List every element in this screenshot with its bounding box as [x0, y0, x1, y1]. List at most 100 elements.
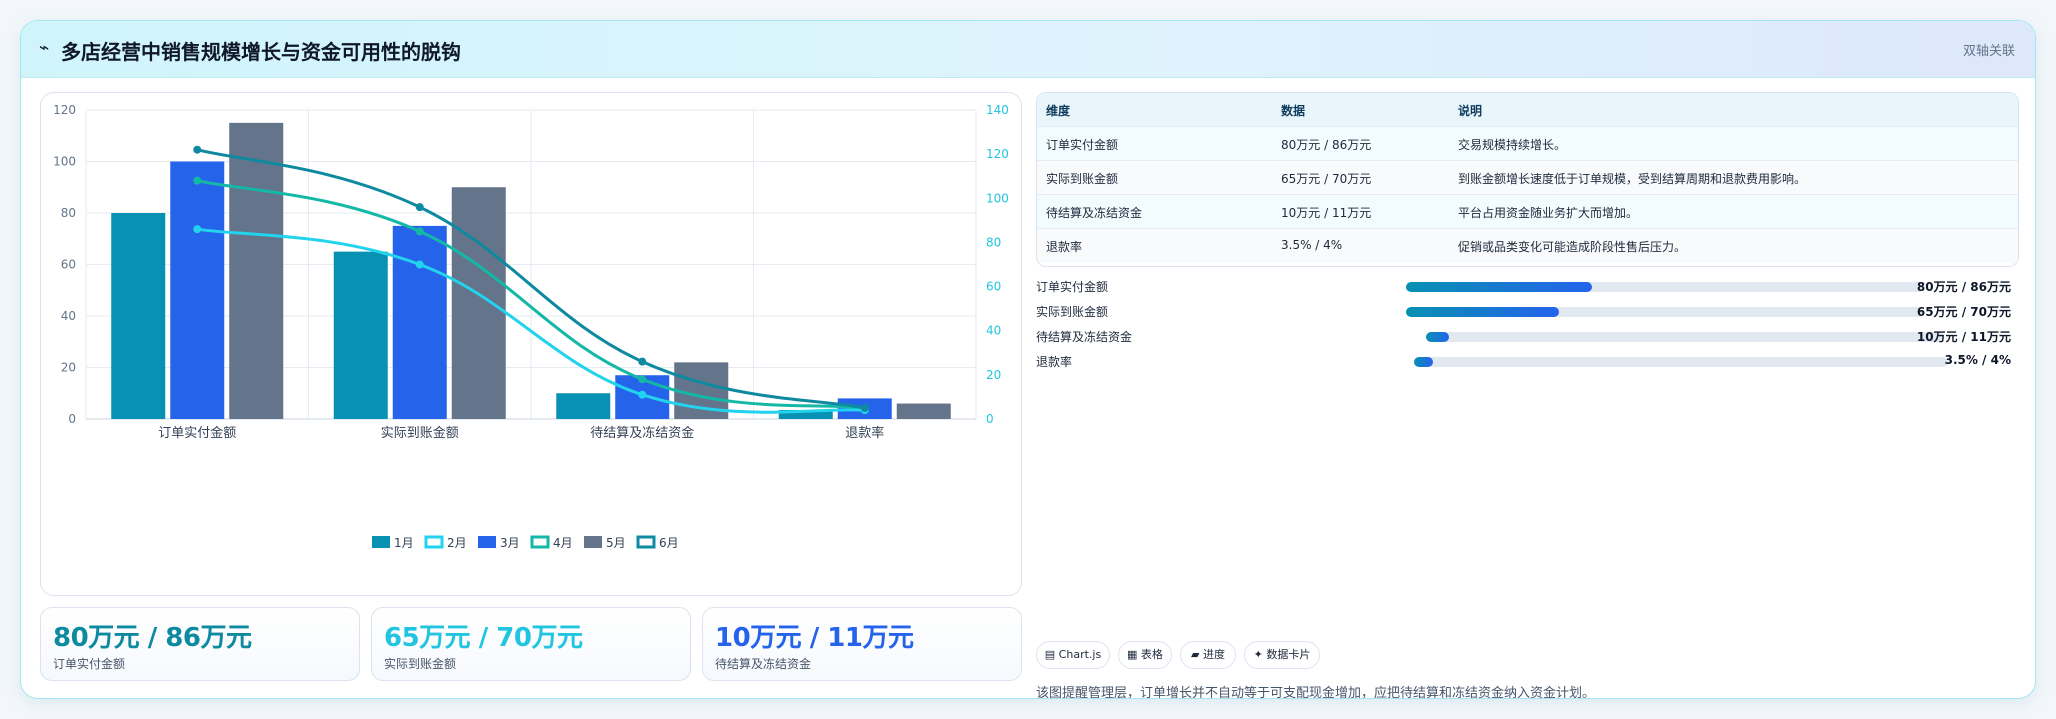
kpi-card-received: 65万元 / 70万元 实际到账金额 — [371, 607, 691, 681]
kpi-value: 65万元 / 70万元 — [384, 623, 583, 653]
line-point — [193, 145, 202, 154]
kpi-card-order: 80万元 / 86万元 订单实付金额 — [40, 607, 360, 681]
y-left-tick-label: 40 — [61, 309, 76, 323]
progress-fill — [1406, 307, 1559, 317]
progress-label: 实际到账金额 — [1036, 305, 1109, 319]
line-point — [860, 403, 869, 412]
progress-value: 65万元 / 70万元 — [1916, 305, 2011, 319]
kpi-label: 订单实付金额 — [53, 657, 126, 671]
bar — [333, 251, 388, 419]
card-header: ⌁ 多店经营中销售规模增长与资金可用性的脱钩 双轴关联 — [21, 21, 2035, 78]
progress-row: 退款率 3.5% / 4% — [1036, 352, 2017, 370]
kpi-label: 实际到账金额 — [384, 657, 457, 671]
bar — [111, 213, 166, 419]
progress-pill[interactable]: ▰ 进度 — [1180, 641, 1236, 669]
y-left-tick-label: 60 — [61, 258, 76, 272]
legend-swatch — [478, 536, 496, 548]
table-header-cell: 维度 — [1046, 104, 1071, 118]
data-card-pill[interactable]: ✦ 数据卡片 — [1244, 641, 1320, 669]
data-table: 维度 数据 说明 订单实付金额 80万元 / 86万元 交易规模持续增长。 实际… — [1036, 92, 2019, 267]
y-right-tick-label: 20 — [986, 368, 1001, 382]
y-left-tick-label: 120 — [53, 103, 76, 117]
table-row: 实际到账金额 65万元 / 70万元 到账金额增长速度低于订单规模，受到结算周期… — [1037, 160, 2018, 195]
kpi-value: 10万元 / 11万元 — [715, 623, 914, 653]
line-point — [638, 390, 647, 399]
bar — [896, 403, 951, 419]
kpi-value: 80万元 / 86万元 — [53, 623, 252, 653]
bar — [451, 187, 506, 419]
y-left-tick-label: 80 — [61, 206, 76, 220]
bar — [392, 225, 447, 419]
table-cell: 订单实付金额 — [1046, 138, 1119, 152]
trend-icon: ⌁ — [39, 38, 50, 58]
table-row: 订单实付金额 80万元 / 86万元 交易规模持续增长。 — [1037, 126, 2018, 161]
y-right-tick-label: 100 — [986, 191, 1009, 205]
progress-row: 订单实付金额 80万元 / 86万元 — [1036, 277, 2017, 295]
line-point — [193, 176, 202, 185]
legend-swatch — [584, 536, 602, 548]
x-tick-label: 退款率 — [845, 425, 884, 441]
progress-value: 3.5% / 4% — [1944, 353, 2011, 367]
table-cell: 3.5% / 4% — [1281, 238, 1343, 252]
table-header-cell: 说明 — [1458, 104, 1483, 118]
bar — [556, 393, 611, 419]
line-point — [415, 260, 424, 269]
progress-row: 实际到账金额 65万元 / 70万元 — [1036, 302, 2017, 320]
legend-swatch — [372, 536, 390, 548]
table-header-cell: 数据 — [1281, 104, 1306, 118]
dashboard-card: ⌁ 多店经营中销售规模增长与资金可用性的脱钩 双轴关联 0 20 40 60 80 100… — [20, 20, 2036, 699]
table-cell: 待结算及冻结资金 — [1046, 206, 1143, 220]
line-point — [638, 375, 647, 384]
y-right-tick-label: 80 — [986, 235, 1001, 249]
progress-row: 待结算及冻结资金 10万元 / 11万元 — [1036, 327, 2017, 345]
line-point — [415, 227, 424, 236]
bar — [229, 122, 284, 419]
table-row: 待结算及冻结资金 10万元 / 11万元 平台占用资金随业务扩大而增加。 — [1037, 194, 2018, 229]
kpi-card-frozen: 10万元 / 11万元 待结算及冻结资金 — [702, 607, 1022, 681]
table-cell: 80万元 / 86万元 — [1281, 138, 1372, 152]
progress-track — [1406, 282, 1924, 292]
x-tick-label: 实际到账金额 — [381, 425, 459, 441]
table-cell: 交易规模持续增长。 — [1458, 138, 1567, 152]
progress-label: 退款率 — [1036, 355, 1073, 369]
y-right-tick-label: 0 — [986, 412, 994, 426]
table-row: 退款率 3.5% / 4% 促销或品类变化可能造成阶段性售后压力。 — [1037, 228, 2018, 263]
y-left-tick-label: 0 — [68, 412, 76, 426]
progress-track — [1414, 357, 1948, 367]
progress-fill — [1406, 282, 1593, 292]
combo-chart: 0 20 40 60 80 100 120 0 20 40 60 80 100 120 140 订单实付金额 实… — [53, 103, 1009, 550]
legend-label: 3月 — [500, 536, 520, 550]
progress-fill — [1426, 332, 1450, 342]
legend-swatch — [530, 535, 550, 549]
table-pill[interactable]: ▦ 表格 — [1118, 641, 1172, 669]
y-left-tick-label: 20 — [61, 361, 76, 375]
chartjs-pill[interactable]: ▤ Chart.js — [1036, 641, 1110, 669]
legend-swatch — [636, 535, 656, 549]
page-title: 多店经营中销售规模增长与资金可用性的脱钩 — [61, 40, 461, 64]
line-point — [638, 357, 647, 366]
y-right-tick-label: 120 — [986, 147, 1009, 161]
table-cell: 到账金额增长速度低于订单规模，受到结算周期和退款费用影响。 — [1458, 172, 1807, 186]
table-cell: 10万元 / 11万元 — [1281, 206, 1372, 220]
progress-label: 订单实付金额 — [1036, 280, 1109, 294]
table-cell: 退款率 — [1046, 240, 1083, 254]
line-point — [415, 203, 424, 212]
progress-value: 10万元 / 11万元 — [1916, 330, 2011, 344]
table-cell: 65万元 / 70万元 — [1281, 172, 1372, 186]
dual-axis-badge: 双轴关联 — [1962, 44, 2015, 59]
table-cell: 促销或品类变化可能造成阶段性售后压力。 — [1458, 240, 1687, 254]
legend-label: 6月 — [659, 536, 679, 550]
legend-label: 1月 — [394, 536, 414, 550]
progress-value: 80万元 / 86万元 — [1916, 280, 2011, 294]
table-cell: 平台占用资金随业务扩大而增加。 — [1458, 206, 1639, 220]
legend-label: 2月 — [447, 536, 467, 550]
progress-fill — [1414, 357, 1433, 367]
table-header-row: 维度 数据 说明 — [1037, 93, 2018, 126]
table-cell: 实际到账金额 — [1046, 172, 1119, 186]
progress-track — [1406, 307, 1924, 317]
y-right-tick-label: 140 — [986, 103, 1009, 117]
kpi-label: 待结算及冻结资金 — [715, 657, 812, 671]
x-tick-label: 订单实付金额 — [158, 425, 236, 441]
chart-panel: 0 20 40 60 80 100 120 0 20 40 60 80 100 120 140 订单实付金额 实… — [40, 92, 1022, 596]
legend-label: 5月 — [606, 536, 626, 550]
